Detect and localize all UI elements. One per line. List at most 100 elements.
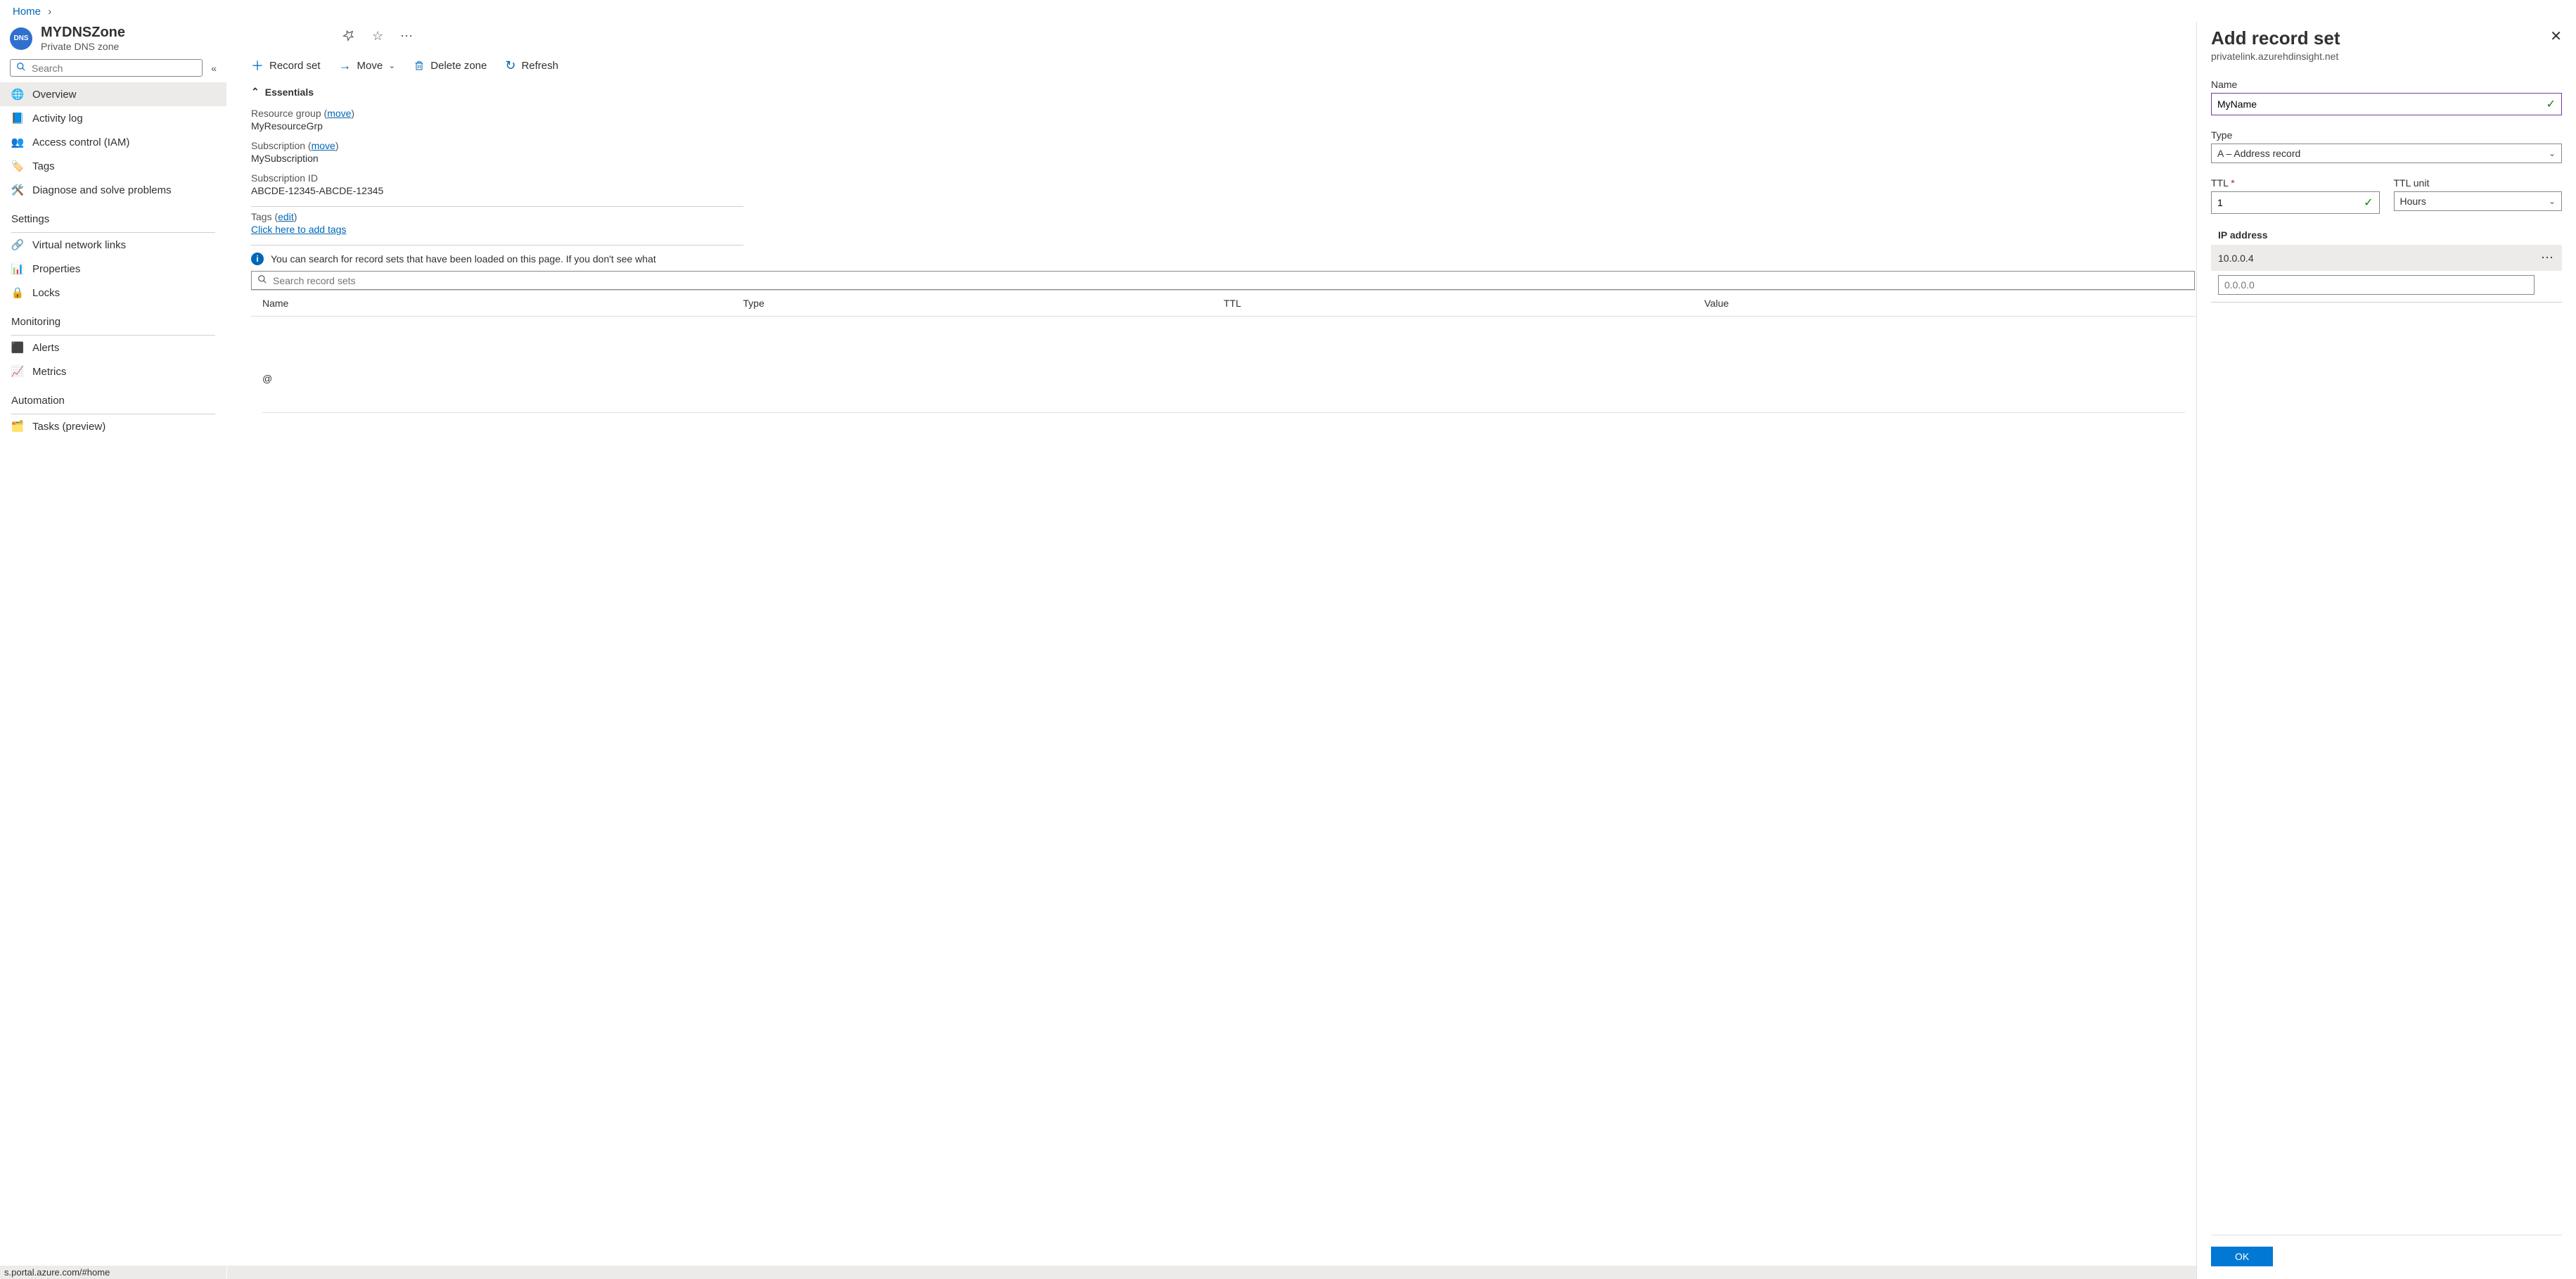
pin-icon[interactable]: [342, 29, 355, 45]
name-input[interactable]: [2217, 98, 2546, 110]
sidebar-item-activity-log[interactable]: 📘 Activity log: [0, 106, 226, 130]
sidebar-search[interactable]: [10, 59, 203, 77]
resource-group-move-link[interactable]: move: [327, 108, 351, 119]
info-icon: i: [251, 253, 264, 265]
move-button[interactable]: → Move ⌄: [339, 56, 396, 75]
close-icon[interactable]: ✕: [2550, 27, 2562, 45]
record-search[interactable]: [251, 271, 2195, 290]
name-field[interactable]: ✓: [2211, 93, 2562, 115]
search-icon: [16, 62, 26, 74]
ttl-field-label: TTL *: [2211, 177, 2380, 189]
tags-edit-link[interactable]: edit: [278, 211, 294, 222]
ttl-unit-label: TTL unit: [2394, 177, 2563, 189]
alert-icon: ⬛: [11, 341, 24, 354]
subscription-move-link[interactable]: move: [312, 140, 335, 151]
sidebar-item-metrics[interactable]: 📈 Metrics: [0, 359, 226, 383]
checkmark-icon: ✓: [2364, 196, 2373, 210]
sidebar-search-input[interactable]: [32, 63, 196, 74]
sidebar-item-iam[interactable]: 👥 Access control (IAM): [0, 130, 226, 154]
type-select[interactable]: A – Address record ⌄: [2211, 144, 2562, 163]
chevron-down-icon: ⌄: [2549, 148, 2556, 158]
sidebar-item-label: Activity log: [32, 113, 83, 125]
chevron-down-icon: ⌄: [388, 61, 395, 70]
sidebar-item-label: Alerts: [32, 342, 59, 354]
sidebar-item-tags[interactable]: 🏷️ Tags: [0, 154, 226, 178]
record-table-header: Name Type TTL Value: [251, 291, 2196, 317]
sidebar-item-label: Diagnose and solve problems: [32, 184, 172, 196]
cmd-label: Record set: [269, 60, 321, 72]
tags-label: Tags: [251, 211, 272, 222]
sidebar-item-tasks[interactable]: 🗂️ Tasks (preview): [0, 414, 226, 438]
chevron-up-icon: ⌃: [251, 86, 259, 98]
refresh-button[interactable]: ↻ Refresh: [505, 56, 558, 75]
sidebar-item-diagnose[interactable]: 🛠️ Diagnose and solve problems: [0, 178, 226, 202]
sidebar-item-label: Tags: [32, 160, 55, 172]
sidebar-item-properties[interactable]: 📊 Properties: [0, 257, 226, 281]
globe-icon: 🌐: [11, 88, 24, 101]
detail-pane: ☆ ⋯ ＋ Record set → Move ⌄: [226, 22, 2196, 1279]
cmd-label: Delete zone: [430, 60, 487, 72]
resource-kind: Private DNS zone: [41, 41, 125, 52]
tasks-icon: 🗂️: [11, 420, 24, 433]
table-row[interactable]: @: [262, 373, 2185, 384]
sidebar-item-label: Virtual network links: [32, 239, 126, 251]
resource-group-label: Resource group: [251, 108, 321, 119]
info-banner: i You can search for record sets that ha…: [251, 246, 2196, 271]
sidebar-item-label: Locks: [32, 287, 60, 299]
more-icon[interactable]: ⋯: [400, 29, 413, 45]
ip-address-input-wrap[interactable]: [2218, 275, 2535, 295]
ip-address-input[interactable]: [2224, 279, 2528, 291]
arrow-right-icon: →: [339, 58, 352, 73]
sidebar-item-label: Overview: [32, 89, 77, 101]
wrench-icon: 🛠️: [11, 184, 24, 196]
ttl-input[interactable]: [2217, 197, 2364, 208]
panel-title: Add record set: [2211, 27, 2340, 49]
add-tags-link[interactable]: Click here to add tags: [251, 224, 346, 235]
collapse-sidebar-icon[interactable]: «: [211, 63, 217, 74]
type-field-label: Type: [2211, 129, 2562, 141]
add-record-panel: Add record set privatelink.azurehdinsigh…: [2196, 22, 2576, 1279]
resource-group-value: MyResourceGrp: [251, 119, 743, 132]
ip-address-header: IP address: [2211, 228, 2562, 242]
ttl-unit-select[interactable]: Hours ⌄: [2394, 191, 2563, 211]
col-ttl[interactable]: TTL: [1224, 298, 1705, 309]
col-type[interactable]: Type: [743, 298, 1224, 309]
panel-subtitle: privatelink.azurehdinsight.net: [2211, 51, 2340, 62]
subscription-label: Subscription: [251, 140, 305, 151]
subscription-id-label: Subscription ID: [251, 172, 743, 184]
cmd-label: Refresh: [521, 60, 558, 72]
sidebar-item-locks[interactable]: 🔒 Locks: [0, 281, 226, 305]
info-banner-text: You can search for record sets that have…: [271, 253, 656, 265]
breadcrumb-home[interactable]: Home: [13, 6, 41, 18]
properties-icon: 📊: [11, 262, 24, 275]
sidebar-item-label: Tasks (preview): [32, 421, 105, 433]
plus-icon: ＋: [251, 56, 264, 75]
add-record-set-button[interactable]: ＋ Record set: [251, 56, 321, 75]
delete-zone-button[interactable]: Delete zone: [414, 56, 487, 75]
essentials-toggle[interactable]: ⌃ Essentials: [251, 82, 2196, 98]
dns-zone-icon: DNS: [10, 27, 32, 50]
chevron-right-icon: ›: [44, 6, 56, 18]
record-table: Name Type TTL Value @: [251, 290, 2196, 427]
resource-header: DNS MYDNSZone Private DNS zone: [0, 22, 226, 59]
sidebar-item-label: Access control (IAM): [32, 136, 129, 148]
ttl-field[interactable]: ✓: [2211, 191, 2380, 214]
subscription-value: MySubscription: [251, 151, 743, 164]
col-name[interactable]: Name: [262, 298, 743, 309]
refresh-icon: ↻: [505, 58, 515, 73]
divider: [262, 412, 2185, 413]
ip-address-row[interactable]: 10.0.0.4 ⋯: [2211, 245, 2562, 271]
nav-section-settings: Settings: [0, 202, 226, 228]
more-icon[interactable]: ⋯: [2541, 250, 2555, 265]
sidebar: DNS MYDNSZone Private DNS zone «: [0, 22, 226, 1279]
record-search-input[interactable]: [273, 275, 2189, 286]
ok-button[interactable]: OK: [2211, 1247, 2273, 1266]
col-value[interactable]: Value: [1705, 298, 2186, 309]
vnet-icon: 🔗: [11, 238, 24, 251]
chevron-down-icon: ⌄: [2549, 196, 2556, 206]
sidebar-item-alerts[interactable]: ⬛ Alerts: [0, 336, 226, 359]
favorite-icon[interactable]: ☆: [372, 29, 383, 45]
name-field-label: Name: [2211, 79, 2562, 90]
sidebar-item-overview[interactable]: 🌐 Overview: [0, 82, 226, 106]
sidebar-item-vnet-links[interactable]: 🔗 Virtual network links: [0, 233, 226, 257]
